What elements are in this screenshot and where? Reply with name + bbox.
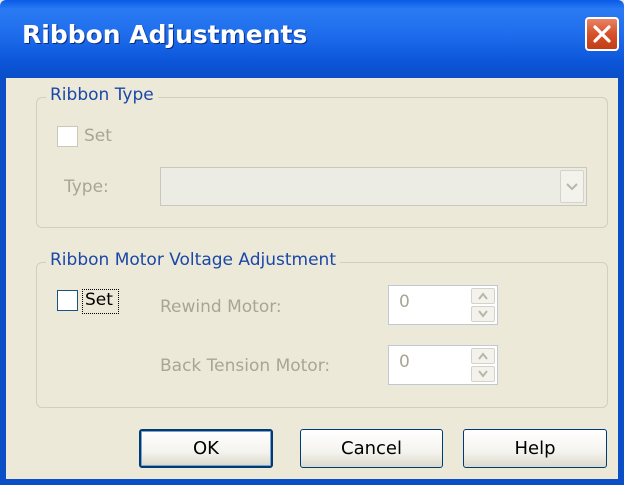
- ribbon-type-type-label: Type:: [64, 177, 109, 197]
- back-tension-motor-spinner[interactable]: 0: [388, 345, 498, 385]
- dropdown-button[interactable]: [560, 170, 584, 203]
- dialog-title: Ribbon Adjustments: [22, 20, 308, 49]
- window-frame-left: [0, 78, 6, 485]
- voltage-legend: Ribbon Motor Voltage Adjustment: [46, 250, 340, 270]
- voltage-set-checkbox[interactable]: [57, 290, 78, 311]
- arrow-up-icon: [478, 352, 488, 360]
- title-bar[interactable]: Ribbon Adjustments: [0, 0, 624, 78]
- arrow-up-icon: [478, 292, 488, 300]
- arrow-down-icon: [478, 370, 488, 378]
- ribbon-type-set-checkbox[interactable]: [57, 126, 78, 147]
- ok-button[interactable]: OK: [139, 429, 273, 468]
- ribbon-type-dropdown[interactable]: [160, 167, 587, 206]
- ribbon-type-set-label: Set: [84, 126, 112, 146]
- back-tension-motor-up-button[interactable]: [471, 348, 495, 364]
- help-button[interactable]: Help: [463, 429, 607, 468]
- arrow-down-icon: [478, 310, 488, 318]
- back-tension-motor-value: 0: [399, 352, 410, 372]
- back-tension-motor-down-button[interactable]: [471, 366, 495, 382]
- rewind-motor-down-button[interactable]: [471, 306, 495, 322]
- window-frame-bottom: [0, 479, 624, 485]
- rewind-motor-up-button[interactable]: [471, 288, 495, 304]
- close-icon: [593, 25, 611, 43]
- voltage-set-label: Set: [85, 290, 113, 310]
- ribbon-type-legend: Ribbon Type: [46, 85, 158, 105]
- window-frame-right: [618, 78, 624, 485]
- ribbon-type-group: [36, 97, 608, 228]
- chevron-down-icon: [566, 183, 578, 191]
- rewind-motor-value: 0: [399, 292, 410, 312]
- rewind-motor-label: Rewind Motor:: [160, 297, 282, 317]
- close-button[interactable]: [585, 17, 619, 51]
- voltage-group: [36, 262, 608, 408]
- cancel-button[interactable]: Cancel: [300, 429, 443, 468]
- rewind-motor-spinner[interactable]: 0: [388, 285, 498, 325]
- back-tension-motor-label: Back Tension Motor:: [160, 356, 331, 376]
- dialog-window: Ribbon Adjustments Ribbon Type Set Type:…: [0, 0, 624, 485]
